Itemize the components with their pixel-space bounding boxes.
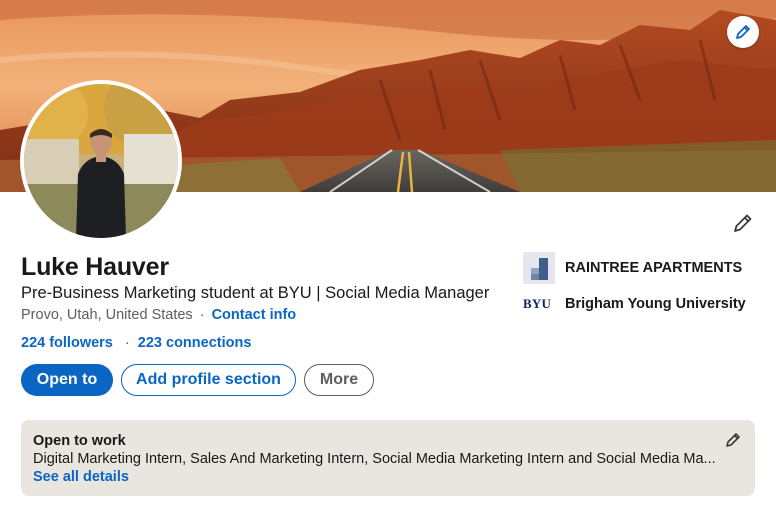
open-to-work-card[interactable]: Open to work Digital Marketing Intern, S… bbox=[21, 420, 755, 496]
company-name: RAINTREE APARTMENTS bbox=[565, 260, 743, 276]
more-button[interactable]: More bbox=[304, 364, 374, 396]
see-all-details-link[interactable]: See all details bbox=[33, 468, 129, 486]
byu-logo: BYU bbox=[523, 296, 552, 311]
location-separator: · bbox=[199, 307, 205, 323]
profile-location: Provo, Utah, United States bbox=[21, 307, 193, 323]
profile-name: Luke Hauver bbox=[21, 253, 169, 281]
pencil-icon bbox=[725, 432, 741, 453]
edit-cover-button[interactable] bbox=[727, 16, 759, 48]
followers-link[interactable]: 224 followers bbox=[21, 335, 113, 351]
add-profile-section-button[interactable]: Add profile section bbox=[121, 364, 296, 396]
avatar[interactable] bbox=[20, 80, 182, 242]
pencil-icon bbox=[732, 212, 754, 239]
edit-intro-button[interactable] bbox=[728, 210, 758, 240]
raintree-logo bbox=[523, 252, 555, 284]
school-name: Brigham Young University bbox=[565, 296, 746, 312]
location-row: Provo, Utah, United States · Contact inf… bbox=[21, 307, 296, 323]
education-link[interactable]: BYU Brigham Young University bbox=[523, 296, 746, 312]
current-company-link[interactable]: RAINTREE APARTMENTS bbox=[523, 252, 742, 284]
open-to-button[interactable]: Open to bbox=[21, 364, 113, 396]
profile-page: Luke Hauver Pre-Business Marketing stude… bbox=[0, 0, 776, 513]
contact-info-link[interactable]: Contact info bbox=[212, 307, 297, 323]
network-row: 224 followers · 223 connections bbox=[21, 335, 251, 351]
pencil-icon bbox=[735, 24, 751, 40]
profile-headline: Pre-Business Marketing student at BYU | … bbox=[21, 284, 490, 302]
network-separator: · bbox=[124, 335, 130, 351]
connections-link[interactable]: 223 connections bbox=[138, 335, 252, 351]
edit-open-to-work-button[interactable] bbox=[721, 430, 745, 454]
open-to-work-title: Open to work bbox=[33, 433, 126, 449]
open-to-work-description: Digital Marketing Intern, Sales And Mark… bbox=[33, 451, 716, 467]
